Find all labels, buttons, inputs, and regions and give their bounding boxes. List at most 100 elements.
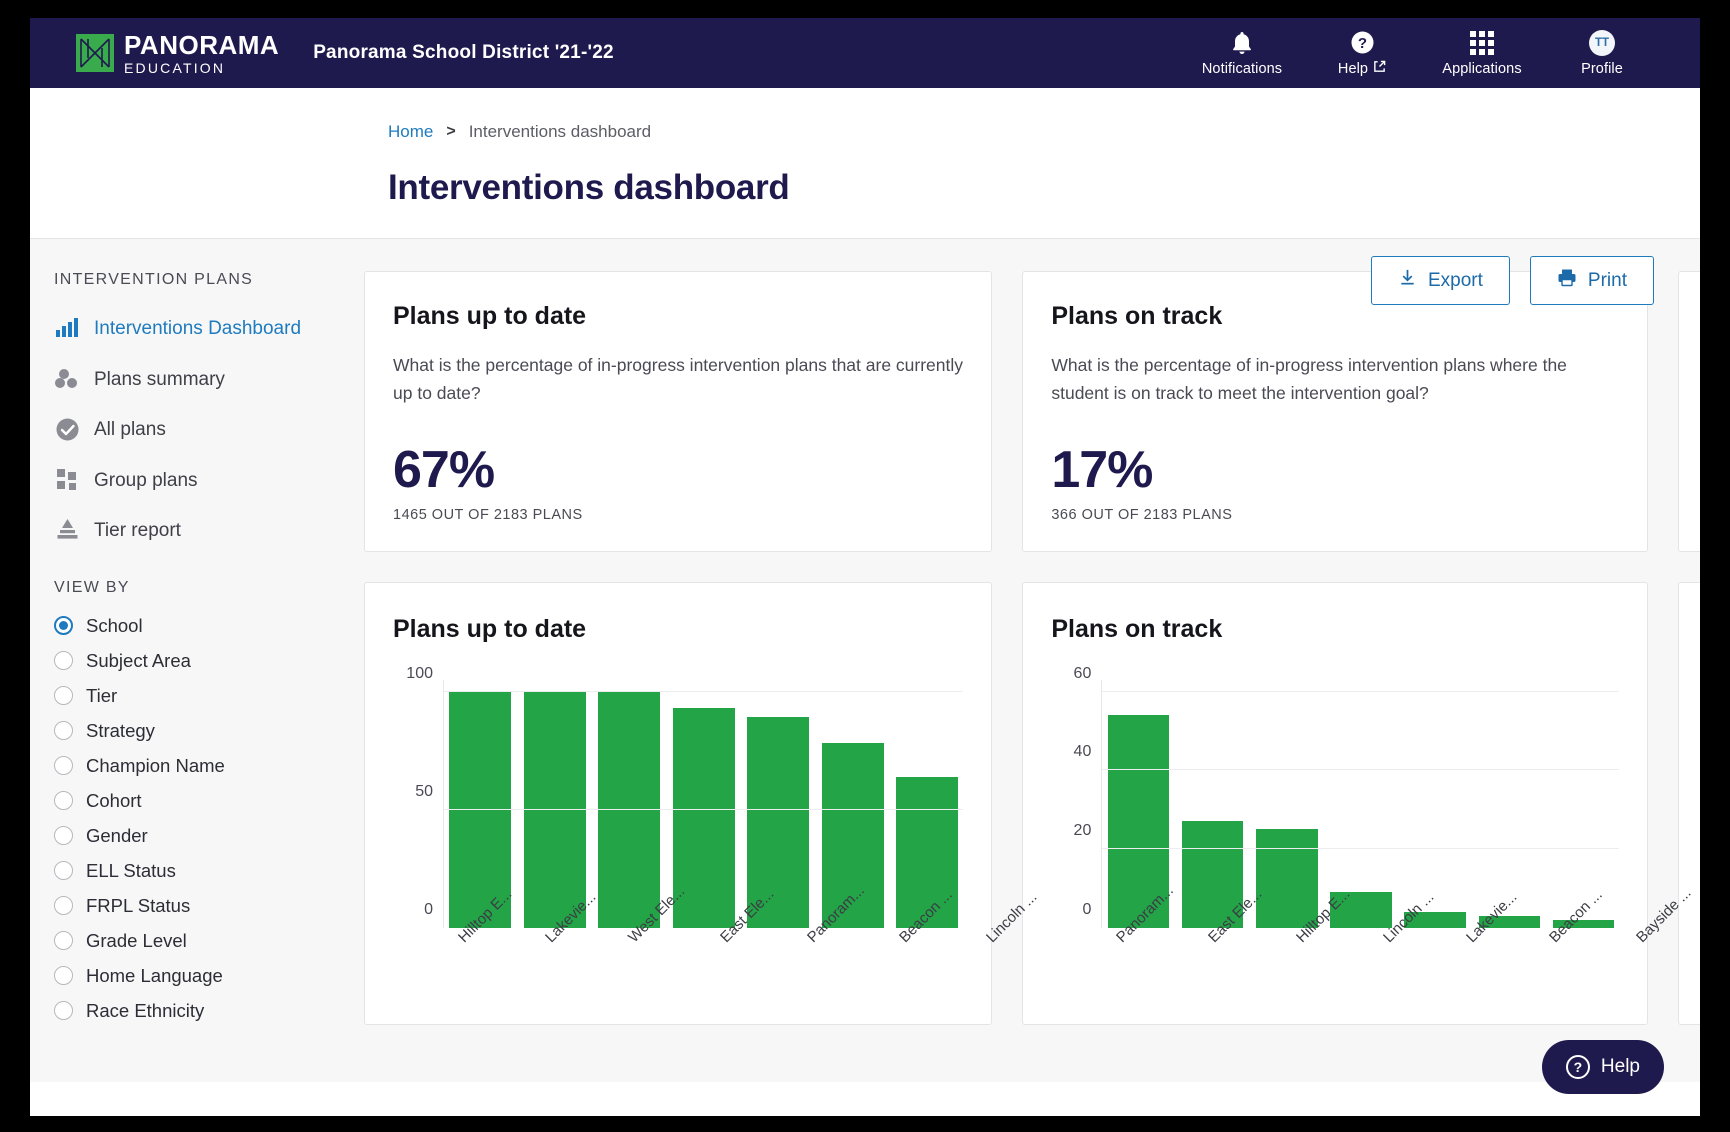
external-link-icon [1373,60,1386,77]
export-button[interactable]: Export [1371,256,1510,305]
y-axis-tick-label: 20 [1073,821,1092,839]
nav-notifications[interactable]: Notifications [1182,18,1302,88]
three-dots-icon [54,366,80,388]
top-nav-actions: Notifications ? Help Applications TT Pro… [1182,18,1662,88]
brand-logo[interactable]: PANORAMA EDUCATION [76,32,279,75]
page-title: Interventions dashboard [388,168,790,207]
nav-help[interactable]: ? Help [1302,18,1422,88]
chart-card-plans-up-to-date: Plans up to date 0 50 100 Hilltop E... Lake… [364,581,1041,1025]
bars-container [444,680,963,928]
dashboard-body: INTERVENTION PLANS Interventions Dashboa… [30,239,1700,1082]
viewby-option-school[interactable]: School [48,611,350,641]
radio-icon[interactable] [54,616,73,636]
stat-card-plans-up-to-date: Plans up to date What is the percentage … [364,271,993,552]
sidebar-item-label: Interventions Dashboard [94,318,302,339]
card-metric-value: 17% [1051,440,1153,499]
breadcrumb-home-link[interactable]: Home [388,122,433,142]
nav-profile[interactable]: TT Profile [1542,18,1662,88]
y-axis-tick-label: 0 [1082,900,1092,918]
gridline [444,690,964,692]
viewby-option-tier[interactable]: Tier [48,681,350,711]
gridline [1102,769,1620,771]
sidebar-item-label: Plans summary [94,368,225,390]
plot-area [443,679,964,928]
radio-icon[interactable] [54,966,73,986]
viewby-option-cohort[interactable]: Cohort [48,786,350,816]
squares-icon [54,467,80,490]
gridline [1102,847,1620,849]
card-metric-value: 67% [393,440,495,499]
viewby-option-race-ethnicity[interactable]: Race Ethnicity [48,996,350,1026]
viewby-option-strategy[interactable]: Strategy [48,716,350,746]
brand-subtitle: EDUCATION [124,59,226,76]
avatar: TT [1589,29,1615,56]
panorama-logo-icon [76,34,114,72]
bar-segment [598,691,661,928]
question-circle-icon: ? [1350,29,1375,55]
viewby-option-label: Champion Name [86,754,225,776]
viewby-option-grade-level[interactable]: Grade Level [48,926,350,956]
radio-icon[interactable] [54,861,73,881]
viewby-option-label: Gender [86,824,148,846]
x-axis: Panoram... East Ele... Hilltop E... Lincoln… [1051,882,1694,1014]
help-chat-widget[interactable]: ? Help [1541,1040,1664,1094]
bar-chart-icon [54,315,80,337]
check-circle-icon [54,416,80,441]
radio-icon[interactable] [54,896,73,916]
sidebar-item-label: Group plans [94,469,198,491]
radio-icon[interactable] [54,721,73,741]
nav-applications[interactable]: Applications [1422,18,1542,88]
radio-icon[interactable] [54,826,73,846]
radio-icon[interactable] [54,756,73,776]
radio-icon[interactable] [54,931,73,951]
radio-icon[interactable] [54,791,73,811]
card-question: What is the percentage of in-progress in… [1051,355,1567,404]
viewby-option-label: FRPL Status [86,894,191,916]
stat-card-plans-with-goal-met: Plans with goal met What is the percenta… [1678,271,1700,552]
sidebar-item-group-plans[interactable]: Group plans [48,459,350,503]
bar[interactable] [598,680,661,928]
bar[interactable] [1552,680,1615,928]
viewby-option-label: Home Language [86,964,223,986]
bar[interactable] [523,680,586,928]
x-axis-labels: Hilltop E... Lakevie... West Ele... East El… [443,882,1041,1014]
bell-icon [1230,30,1254,56]
sidebar-item-interventions-dashboard[interactable]: Interventions Dashboard [48,307,350,351]
viewby-option-ell-status[interactable]: ELL Status [48,856,350,886]
sidebar-item-tier-report[interactable]: Tier report [48,509,350,553]
bar[interactable] [1181,680,1244,928]
radio-icon[interactable] [54,1001,73,1021]
bar[interactable] [747,680,810,928]
bar[interactable] [1255,680,1318,928]
bar[interactable] [1404,680,1466,928]
radio-icon[interactable] [54,651,73,671]
y-axis-tick-label: 50 [415,782,433,800]
viewby-option-label: Grade Level [86,929,187,951]
breadcrumb: Home > Interventions dashboard [388,122,1654,142]
printer-icon [1557,268,1577,293]
brand-name: PANORAMA [124,29,280,60]
grid-icon [1470,30,1494,56]
nav-profile-label: Profile [1581,60,1623,77]
viewby-option-gender[interactable]: Gender [48,821,350,851]
sidebar-item-plans-summary[interactable]: Plans summary [48,358,350,402]
viewby-option-champion-name[interactable]: Champion Name [48,751,350,781]
top-navigation-bar: PANORAMA EDUCATION Panorama School Distr… [30,18,1700,88]
gridline [444,808,964,810]
print-button[interactable]: Print [1529,256,1654,305]
sidebar-section-title: INTERVENTION PLANS [54,271,254,288]
viewby-option-label: Race Ethnicity [86,999,205,1021]
sidebar-item-label: All plans [94,419,166,441]
radio-icon[interactable] [54,686,73,706]
y-axis-tick-label: 0 [424,900,433,918]
viewby-option-label: Cohort [86,789,142,811]
viewby-option-frpl-status[interactable]: FRPL Status [48,891,350,921]
breadcrumb-separator: > [446,123,456,140]
nav-help-label: Help [1337,60,1369,77]
avatar-initials: TT [1589,29,1615,56]
viewby-option-home-language[interactable]: Home Language [48,961,350,991]
sidebar-item-all-plans[interactable]: All plans [48,408,350,452]
viewby-option-subject-area[interactable]: Subject Area [48,646,350,676]
viewby-section-title: VIEW BY [54,578,130,596]
x-axis: Hilltop E... Lakevie... West Ele... East El… [393,882,1041,1014]
